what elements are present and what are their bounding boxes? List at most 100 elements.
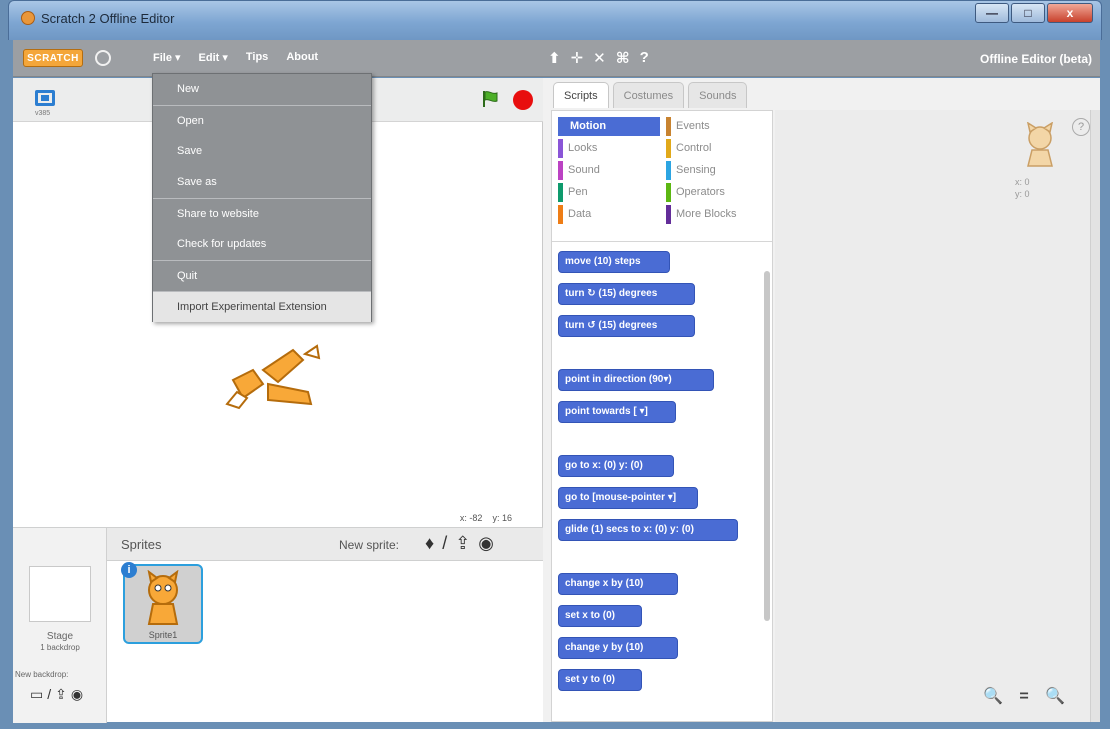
mouse-y-value: 16 bbox=[501, 513, 512, 523]
block-palette: Motion Events Looks Control Sound Sensing Pen O… bbox=[551, 110, 773, 722]
motion-block[interactable]: change x by (10) bbox=[558, 573, 678, 595]
help-icon[interactable]: ? bbox=[1072, 118, 1090, 136]
file-menu-dropdown: New Open Save Save as Share to website Check … bbox=[152, 73, 372, 322]
sprites-title: Sprites bbox=[121, 537, 162, 552]
menubar: SCRATCH File ▾ Edit ▾ Tips About ⬆ ✛ ✕ ⌘… bbox=[13, 40, 1100, 77]
mouse-coordinates: x: -82 y: 16 bbox=[460, 513, 512, 523]
maximize-button[interactable]: □ bbox=[1011, 3, 1045, 23]
duplicate-icon[interactable]: ⬆ bbox=[548, 49, 561, 67]
sprite-y: y: 0 bbox=[1015, 189, 1030, 199]
sprites-header: Sprites New sprite: ♦ / ⇪ ◉ bbox=[107, 528, 543, 561]
new-sprite-tools: ♦ / ⇪ ◉ bbox=[425, 533, 494, 554]
category-grid: Motion Events Looks Control Sound Sensing Pen O… bbox=[558, 117, 768, 224]
cut-icon[interactable]: ✛ bbox=[571, 49, 584, 67]
file-menu-import-experimental-extension[interactable]: Import Experimental Extension bbox=[153, 291, 371, 322]
minimize-button[interactable]: — bbox=[975, 3, 1009, 23]
stage-label: Stage bbox=[46, 631, 74, 642]
tab-costumes[interactable]: Costumes bbox=[612, 82, 685, 108]
category-sensing[interactable]: Sensing bbox=[666, 161, 768, 180]
zoom-controls[interactable]: 🔍 = 🔍 bbox=[983, 686, 1071, 706]
green-flag-icon[interactable] bbox=[481, 90, 499, 108]
motion-block[interactable]: go to x: (0) y: (0) bbox=[558, 455, 674, 477]
language-globe-icon[interactable] bbox=[95, 50, 111, 66]
category-events[interactable]: Events bbox=[666, 117, 768, 136]
canvas-scrollbar[interactable] bbox=[1090, 110, 1100, 722]
new-sprite-label: New sprite: bbox=[339, 538, 400, 552]
category-control[interactable]: Control bbox=[666, 139, 768, 158]
paint-sprite-icon[interactable]: / bbox=[442, 533, 447, 554]
menu-tips[interactable]: Tips bbox=[246, 51, 268, 64]
cat-sprite[interactable] bbox=[223, 340, 323, 412]
motion-block[interactable]: set y to (0) bbox=[558, 669, 642, 691]
palette-scrollbar[interactable] bbox=[764, 271, 770, 621]
scratch-logo[interactable]: SCRATCH bbox=[23, 49, 83, 67]
sprite-tile[interactable]: i Sprite1 bbox=[121, 562, 203, 644]
menu-about[interactable]: About bbox=[286, 51, 318, 64]
window-titlebar: Scratch 2 Offline Editor — □ x bbox=[8, 0, 1102, 40]
scratch-app-icon bbox=[21, 11, 35, 25]
motion-block[interactable]: move (10) steps bbox=[558, 251, 670, 273]
category-operators[interactable]: Operators bbox=[666, 183, 768, 202]
motion-block[interactable]: glide (1) secs to x: (0) y: (0) bbox=[558, 519, 738, 541]
stop-icon[interactable] bbox=[513, 90, 533, 110]
category-looks[interactable]: Looks bbox=[558, 139, 660, 158]
tab-sounds[interactable]: Sounds bbox=[688, 82, 748, 108]
file-menu-save-as[interactable]: Save as bbox=[153, 167, 371, 198]
mouse-x-label: x: bbox=[459, 513, 467, 523]
upload-backdrop-icon[interactable]: ⇪ bbox=[55, 686, 67, 703]
stage-thumbnail[interactable] bbox=[29, 566, 91, 622]
sprite-tools: ⬆ ✛ ✕ ⌘ ? bbox=[548, 49, 649, 67]
motion-block[interactable]: point in direction (90▾) bbox=[558, 369, 714, 391]
sprite-thumbnail bbox=[147, 570, 179, 625]
motion-block[interactable]: change y by (10) bbox=[558, 637, 678, 659]
sprite-position: x: 0 y: 0 bbox=[1015, 176, 1030, 200]
category-more-blocks[interactable]: More Blocks bbox=[666, 205, 768, 224]
menu-items: File ▾ Edit ▾ Tips About bbox=[153, 51, 318, 64]
category-motion[interactable]: Motion bbox=[558, 117, 660, 136]
stage-column: Stage 1 backdrop New backdrop: ▭ / ⇪ ◉ bbox=[13, 528, 107, 723]
window-controls: — □ x bbox=[975, 3, 1093, 23]
sprite-library-icon[interactable]: ♦ bbox=[425, 533, 434, 554]
close-button[interactable]: x bbox=[1047, 3, 1093, 23]
motion-block[interactable]: turn ↺ (15) degrees bbox=[558, 315, 695, 337]
sprite-pane: Stage 1 backdrop New backdrop: ▭ / ⇪ ◉ S… bbox=[13, 527, 543, 723]
file-menu-open[interactable]: Open bbox=[153, 105, 371, 136]
backdrop-library-icon[interactable]: ▭ bbox=[30, 686, 43, 703]
motion-block[interactable]: set x to (0) bbox=[558, 605, 642, 627]
upload-sprite-icon[interactable]: ⇪ bbox=[455, 533, 470, 554]
fullscreen-icon[interactable] bbox=[35, 90, 55, 106]
file-menu-save[interactable]: Save bbox=[153, 136, 371, 167]
new-backdrop-label: New backdrop: bbox=[15, 670, 69, 679]
file-menu-share-to-website[interactable]: Share to website bbox=[153, 198, 371, 229]
help-icon[interactable]: ? bbox=[640, 49, 649, 67]
motion-block[interactable]: point towards [ ▾] bbox=[558, 401, 676, 423]
backdrop-tools: ▭ / ⇪ ◉ bbox=[30, 686, 83, 703]
menu-file[interactable]: File ▾ bbox=[153, 51, 181, 64]
menu-edit[interactable]: Edit ▾ bbox=[199, 51, 228, 64]
editor-tabs: Scripts Costumes Sounds bbox=[553, 82, 748, 108]
grow-icon[interactable]: ✕ bbox=[593, 49, 606, 67]
shrink-icon[interactable]: ⌘ bbox=[616, 49, 630, 67]
category-sound[interactable]: Sound bbox=[558, 161, 660, 180]
camera-backdrop-icon[interactable]: ◉ bbox=[71, 686, 83, 703]
mouse-x-value: -82 bbox=[469, 513, 483, 523]
file-menu-new[interactable]: New bbox=[153, 74, 371, 105]
backdrop-count: 1 backdrop bbox=[40, 643, 80, 652]
window-title: Scratch 2 Offline Editor bbox=[41, 11, 175, 26]
palette-divider bbox=[552, 241, 772, 242]
file-menu-quit[interactable]: Quit bbox=[153, 260, 371, 291]
motion-block[interactable]: go to [mouse-pointer ▾] bbox=[558, 487, 698, 509]
file-menu-check-for-updates[interactable]: Check for updates bbox=[153, 229, 371, 260]
sprite-x: x: 0 bbox=[1015, 177, 1030, 187]
category-pen[interactable]: Pen bbox=[558, 183, 660, 202]
version-label: v385 bbox=[35, 110, 51, 117]
sprite-name: Sprite1 bbox=[148, 630, 178, 640]
scripts-pane: Scripts Costumes Sounds Motion Events Look… bbox=[543, 78, 1100, 722]
mouse-y-label: y: bbox=[492, 513, 500, 523]
motion-block[interactable]: turn ↻ (15) degrees bbox=[558, 283, 695, 305]
category-data[interactable]: Data bbox=[558, 205, 660, 224]
tab-scripts[interactable]: Scripts bbox=[553, 82, 609, 108]
camera-sprite-icon[interactable]: ◉ bbox=[478, 533, 494, 554]
paint-backdrop-icon[interactable]: / bbox=[47, 686, 51, 703]
script-canvas[interactable]: ? x: 0 y: 0 🔍 = 🔍 bbox=[775, 110, 1100, 722]
